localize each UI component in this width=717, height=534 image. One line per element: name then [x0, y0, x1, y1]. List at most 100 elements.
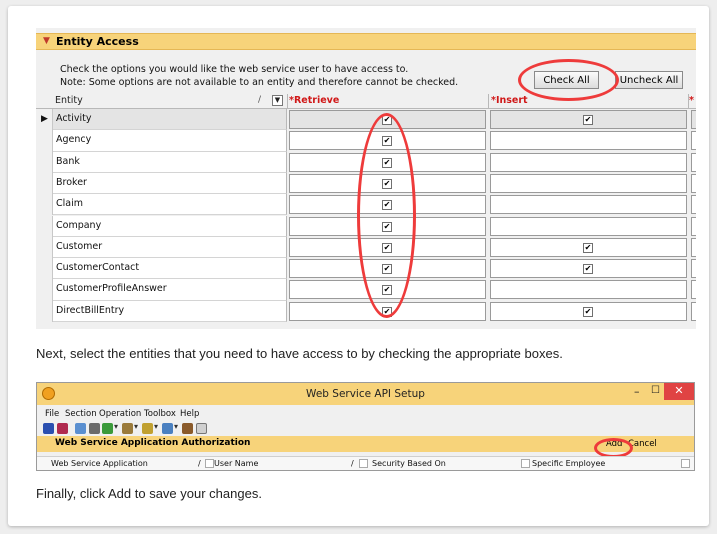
row-selector[interactable] [36, 300, 53, 322]
insert-checkbox[interactable]: ✔ [583, 306, 593, 317]
next-column-cell [691, 173, 696, 193]
insert-cell[interactable] [490, 280, 687, 300]
table-row[interactable]: Agency ✔ [36, 130, 696, 152]
row-selector[interactable] [36, 215, 53, 237]
row-selector[interactable] [36, 151, 53, 173]
table-row[interactable]: Broker ✔ [36, 172, 696, 195]
table-row[interactable]: CustomerContact ✔ ✔ [36, 258, 696, 280]
uncheck-all-button[interactable]: Uncheck All [615, 71, 683, 89]
add-button[interactable]: Add [606, 439, 622, 449]
menu-operation[interactable]: Operation [99, 409, 141, 419]
retrieve-cell[interactable]: ✔ [289, 237, 486, 257]
maximize-icon[interactable]: ☐ [651, 385, 660, 396]
retrieve-checkbox[interactable]: ✔ [382, 115, 392, 125]
retrieve-checkbox[interactable]: ✔ [382, 285, 392, 296]
pen-icon[interactable] [142, 423, 153, 434]
table-row[interactable]: ▶ Activity ✔ ✔ [36, 109, 696, 131]
retrieve-checkbox[interactable]: ✔ [382, 157, 392, 168]
row-selector[interactable] [36, 258, 53, 280]
retrieve-cell[interactable]: ✔ [289, 173, 486, 193]
table-row[interactable]: Company ✔ [36, 215, 696, 237]
insert-checkbox[interactable]: ✔ [583, 242, 593, 253]
insert-cell[interactable] [490, 152, 687, 172]
menu-file[interactable]: File [45, 409, 59, 419]
table-row[interactable]: Claim ✔ [36, 194, 696, 216]
row-selector[interactable] [36, 172, 53, 195]
table-row[interactable]: Bank ✔ [36, 151, 696, 173]
column-specific-employee[interactable]: Specific Employee [532, 459, 605, 468]
retrieve-cell[interactable]: ✔ [289, 110, 486, 129]
retrieve-checkbox[interactable]: ✔ [382, 242, 392, 253]
retrieve-cell[interactable]: ✔ [289, 259, 486, 279]
document-icon[interactable] [162, 423, 173, 434]
table-row[interactable]: DirectBillEntry ✔ ✔ [36, 300, 696, 322]
close-icon[interactable]: ✕ [664, 383, 694, 400]
retrieve-checkbox[interactable]: ✔ [382, 221, 392, 232]
row-selector[interactable] [36, 279, 53, 301]
column-filter-icon[interactable] [521, 459, 530, 468]
retrieve-cell[interactable]: ✔ [289, 280, 486, 300]
column-header-entity[interactable]: Entity [55, 95, 83, 106]
row-selector[interactable]: ▶ [36, 109, 53, 131]
retrieve-checkbox[interactable]: ✔ [382, 306, 392, 317]
column-header-insert[interactable]: *Insert [491, 95, 528, 106]
menu-help[interactable]: Help [180, 409, 199, 419]
dropdown-arrow-icon[interactable]: ▾ [154, 422, 158, 431]
table-row[interactable]: Customer ✔ ✔ [36, 236, 696, 259]
row-selector[interactable] [36, 194, 53, 216]
insert-cell[interactable]: ✔ [490, 301, 687, 321]
retrieve-cell[interactable]: ✔ [289, 195, 486, 215]
column-pin-icon[interactable]: / [351, 459, 354, 468]
cancel-button[interactable]: Cancel [628, 439, 657, 449]
column-user-name[interactable]: User Name [214, 459, 258, 468]
column-web-service-application[interactable]: Web Service Application [51, 459, 148, 468]
insert-cell[interactable]: ✔ [490, 110, 687, 129]
column-pin-icon[interactable]: / [258, 95, 261, 105]
retrieve-cell[interactable]: ✔ [289, 152, 486, 172]
column-security-based-on[interactable]: Security Based On [372, 459, 446, 468]
insert-checkbox[interactable]: ✔ [583, 264, 593, 275]
save-icon[interactable] [43, 423, 54, 434]
retrieve-cell[interactable]: ✔ [289, 131, 486, 151]
column-header-retrieve[interactable]: *Retrieve [289, 95, 339, 106]
users-icon[interactable] [182, 423, 193, 434]
sidebar-icon[interactable] [196, 423, 207, 434]
dropdown-arrow-icon[interactable]: ▾ [174, 422, 178, 431]
attach-icon[interactable] [89, 423, 100, 434]
entity-access-header[interactable]: ▼ Entity Access [36, 33, 696, 50]
save-close-icon[interactable] [57, 423, 68, 434]
retrieve-cell[interactable]: ✔ [289, 301, 486, 321]
menu-section[interactable]: Section [65, 409, 97, 419]
table-row[interactable]: CustomerProfileAnswer ✔ [36, 279, 696, 301]
retrieve-checkbox[interactable]: ✔ [382, 178, 392, 189]
column-filter-icon[interactable] [205, 459, 214, 468]
column-filter-icon[interactable] [359, 459, 368, 468]
next-column-cell [691, 237, 696, 257]
row-selector[interactable] [36, 236, 53, 259]
dropdown-arrow-icon[interactable]: ▾ [114, 422, 118, 431]
check-all-button[interactable]: Check All [534, 71, 599, 89]
check-icon[interactable] [102, 423, 113, 434]
print-icon[interactable] [75, 423, 86, 434]
column-filter-icon[interactable] [681, 459, 690, 468]
insert-checkbox[interactable]: ✔ [583, 115, 593, 125]
insert-cell[interactable] [490, 131, 687, 151]
retrieve-checkbox[interactable]: ✔ [382, 264, 392, 275]
menu-toolbox[interactable]: Toolbox [144, 409, 176, 419]
insert-cell[interactable] [490, 173, 687, 193]
column-pin-icon[interactable]: / [198, 459, 201, 468]
retrieve-checkbox[interactable]: ✔ [382, 200, 392, 211]
retrieve-checkbox[interactable]: ✔ [382, 136, 392, 147]
column-header-next[interactable]: * [689, 95, 694, 106]
collapse-triangle-icon[interactable]: ▼ [43, 36, 50, 46]
retrieve-cell[interactable]: ✔ [289, 216, 486, 236]
insert-cell[interactable]: ✔ [490, 237, 687, 257]
row-selector[interactable] [36, 130, 53, 152]
dropdown-arrow-icon[interactable]: ▾ [134, 422, 138, 431]
column-filter-dropdown-icon[interactable]: ▼ [272, 95, 283, 106]
minimize-icon[interactable]: – [634, 385, 640, 398]
note-icon[interactable] [122, 423, 133, 434]
insert-cell[interactable] [490, 216, 687, 236]
insert-cell[interactable] [490, 195, 687, 215]
insert-cell[interactable]: ✔ [490, 259, 687, 279]
